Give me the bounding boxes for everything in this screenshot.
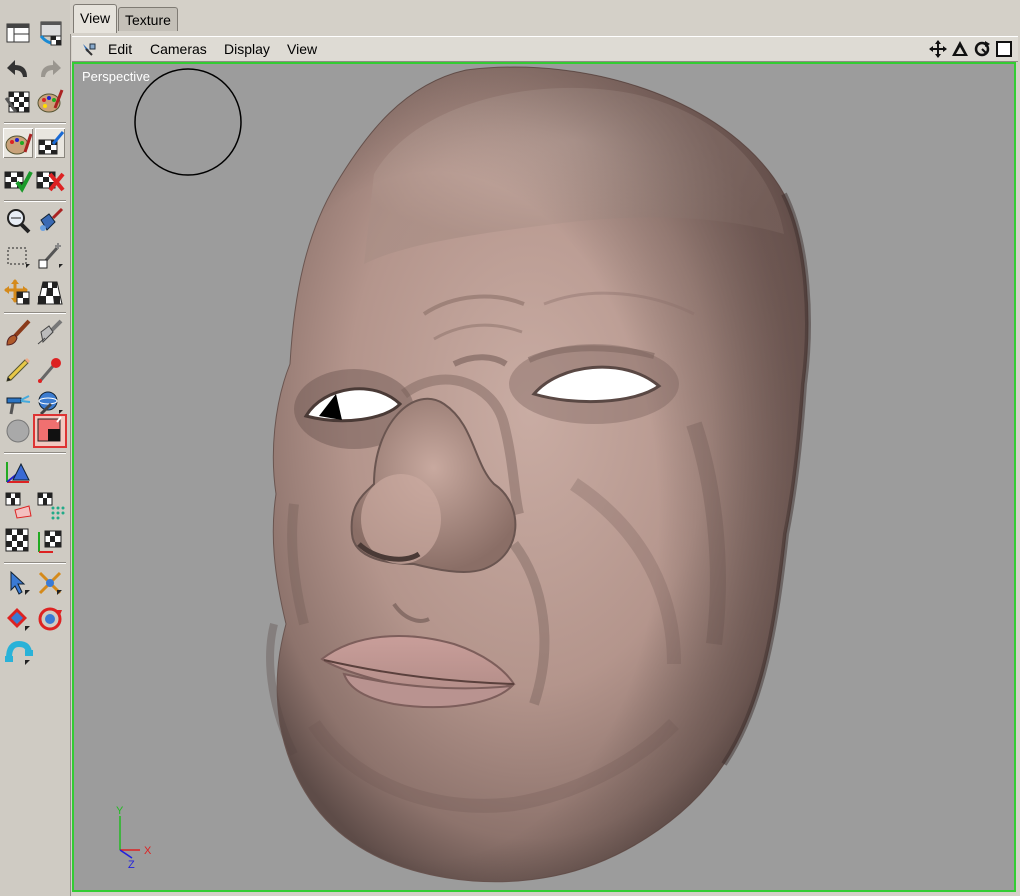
axis-object-icon[interactable] — [3, 456, 33, 486]
render-checker-icon[interactable] — [3, 86, 33, 116]
menu-view[interactable]: View — [287, 40, 317, 58]
magnet-icon[interactable] — [3, 638, 33, 668]
viewport-menubar: Edit Cameras Display View — [72, 36, 1018, 62]
menu-cameras[interactable]: Cameras — [150, 40, 207, 58]
checker-remove-icon[interactable] — [35, 164, 65, 194]
brush-bucket-icon[interactable] — [35, 206, 65, 236]
scale-view-icon[interactable] — [951, 40, 969, 58]
airbrush-icon[interactable] — [3, 388, 33, 418]
tab-bar: View Texture — [70, 0, 1020, 34]
menu-edit[interactable]: Edit — [108, 40, 132, 58]
gray-swatch-icon[interactable] — [3, 416, 33, 446]
scale-points-icon[interactable] — [35, 568, 65, 598]
redo-icon[interactable] — [35, 55, 65, 85]
magnify-icon[interactable] — [3, 206, 33, 236]
axis-gizmo: Y X Z — [116, 805, 152, 871]
viewport-label: Perspective — [82, 69, 150, 84]
maximize-view-icon[interactable] — [995, 40, 1013, 58]
brush-icon[interactable] — [3, 318, 33, 348]
paint-palette-icon[interactable] — [35, 86, 65, 116]
face-model — [134, 66, 811, 883]
eyedropper-icon[interactable] — [35, 354, 65, 384]
move-view-icon[interactable] — [929, 40, 947, 58]
rotate-icon[interactable] — [35, 604, 65, 634]
pencil-icon[interactable] — [3, 354, 33, 384]
brush-checker-icon[interactable] — [35, 128, 65, 158]
checker-apply-icon[interactable] — [3, 164, 33, 194]
smudge-icon[interactable] — [35, 318, 65, 348]
move-checker-icon[interactable] — [3, 278, 33, 308]
viewport-pin-icon[interactable] — [80, 40, 98, 58]
checker-grid-icon[interactable] — [35, 278, 65, 308]
paint-brush-palette-icon[interactable] — [3, 128, 33, 158]
texture-layout-icon[interactable] — [35, 18, 65, 48]
rotate-view-icon[interactable] — [973, 40, 991, 58]
sphere-tool-icon[interactable] — [35, 388, 65, 418]
layout-icon[interactable] — [3, 18, 33, 48]
checker-icon[interactable] — [3, 526, 33, 556]
color-swatch-icon[interactable] — [33, 414, 67, 448]
left-toolbar — [0, 0, 71, 896]
wand-icon[interactable] — [35, 242, 65, 272]
navigation-circle — [134, 68, 242, 176]
checker-uv-icon[interactable] — [3, 490, 33, 520]
checker-dots-icon[interactable] — [35, 490, 65, 520]
pointer-icon[interactable] — [3, 568, 33, 598]
menu-display[interactable]: Display — [224, 40, 270, 58]
axis-z-label: Z — [128, 859, 135, 871]
checker-axis-icon[interactable] — [35, 526, 65, 556]
tab-view[interactable]: View — [73, 4, 118, 33]
tab-texture[interactable]: Texture — [118, 7, 178, 31]
axis-y-label: Y — [116, 805, 124, 817]
move-arrows-icon[interactable] — [3, 604, 33, 634]
selection-rect-icon[interactable] — [3, 242, 33, 272]
undo-icon[interactable] — [3, 55, 33, 85]
perspective-viewport[interactable]: Perspective Y X Z — [72, 62, 1016, 892]
axis-x-label: X — [144, 845, 152, 857]
